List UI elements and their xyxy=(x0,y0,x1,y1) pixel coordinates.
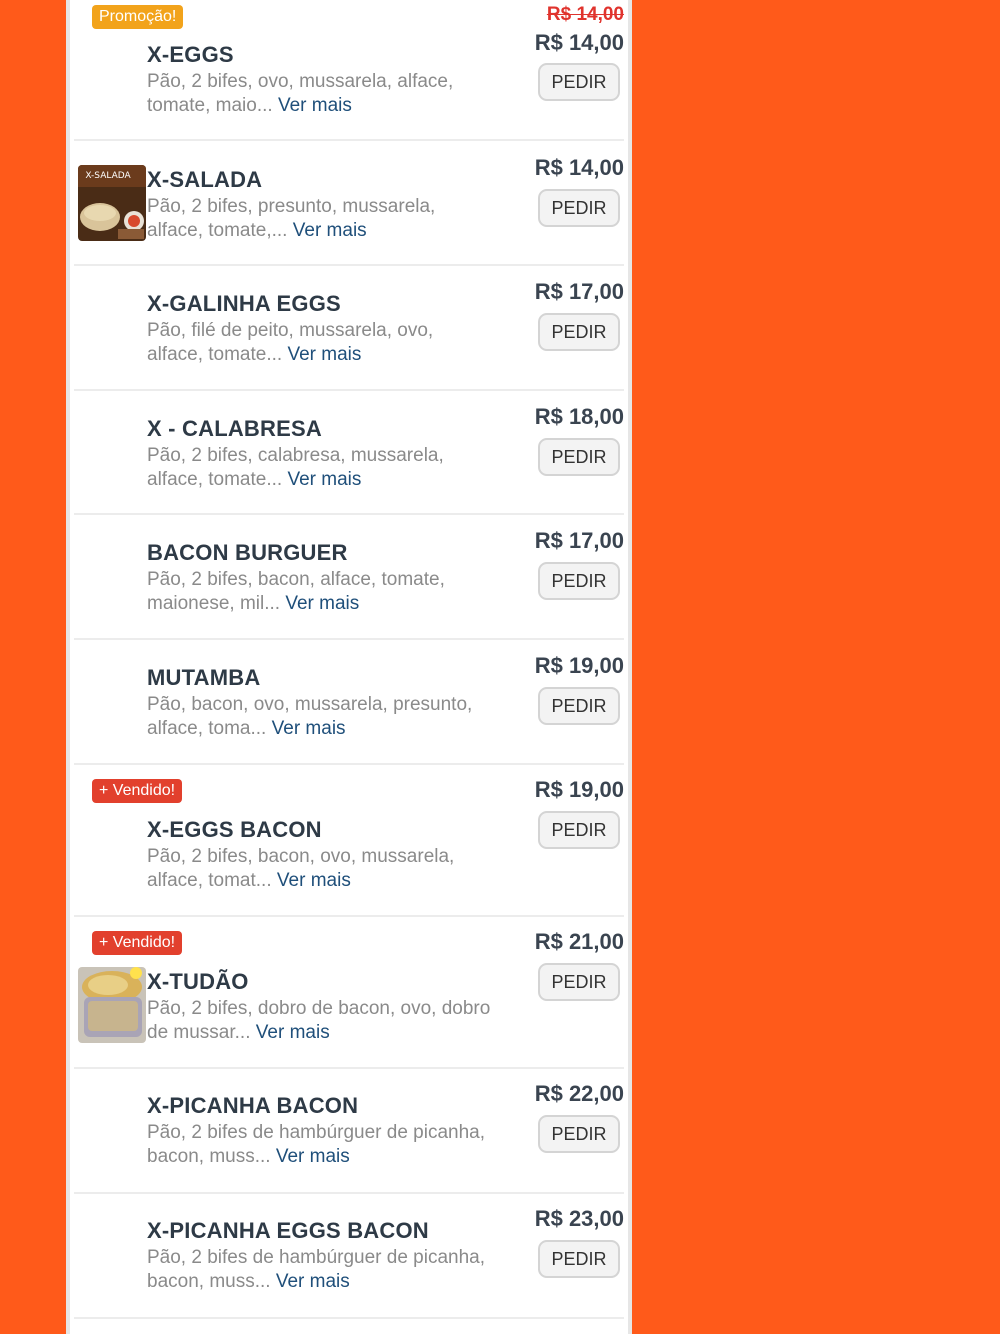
best-seller-badge: + Vendido! xyxy=(92,931,183,955)
item-description: Pão, 2 bifes, presunto, mussarela, alfac… xyxy=(147,196,436,241)
item-price: R$ 18,00 xyxy=(534,404,624,429)
menu-item[interactable]: X-PICANHA EGGS BACON Pão, 2 bifes de ham… xyxy=(74,1194,624,1319)
item-price: R$ 22,00 xyxy=(534,1081,624,1106)
item-description: Pão, 2 bifes, calabresa, mussarela, alfa… xyxy=(147,445,444,490)
item-name: X-SALADA xyxy=(147,167,263,192)
order-button[interactable]: PEDIR xyxy=(538,1240,620,1278)
see-more-link[interactable]: Ver mais xyxy=(285,593,359,614)
item-photo xyxy=(78,967,146,1043)
burger-photo-icon xyxy=(78,967,146,1043)
item-description: Pão, bacon, ovo, mussarela, presunto, al… xyxy=(147,694,473,739)
item-price: R$ 17,00 xyxy=(534,528,624,553)
see-more-link[interactable]: Ver mais xyxy=(272,718,346,739)
see-more-link[interactable]: Ver mais xyxy=(287,344,361,365)
order-button[interactable]: PEDIR xyxy=(538,1115,620,1153)
order-button[interactable]: PEDIR xyxy=(538,189,620,227)
item-name: X-TUDÃO xyxy=(147,969,249,994)
menu-item[interactable]: MUTAMBA Pão, bacon, ovo, mussarela, pres… xyxy=(74,640,624,765)
item-description: Pão, 2 bifes de hambúrguer de picanha, b… xyxy=(147,1247,486,1292)
item-name: BACON BURGUER xyxy=(147,540,348,565)
menu-item[interactable]: + Vendido! X-EGGS BACON Pão, 2 bifes, ba… xyxy=(74,765,624,917)
see-more-link[interactable]: Ver mais xyxy=(287,469,361,490)
item-description: Pão, 2 bifes, dobro de bacon, ovo, dobro… xyxy=(147,998,491,1043)
best-seller-badge: + Vendido! xyxy=(92,779,183,803)
item-name: X-EGGS xyxy=(147,42,234,67)
item-price: R$ 19,00 xyxy=(534,653,624,678)
order-button[interactable]: PEDIR xyxy=(538,687,620,725)
order-button[interactable]: PEDIR xyxy=(538,963,620,1001)
see-more-link[interactable]: Ver mais xyxy=(277,870,351,891)
item-price: R$ 14,00 xyxy=(534,30,624,55)
menu-item[interactable]: X - CALABRESA Pão, 2 bifes, calabresa, m… xyxy=(74,391,624,515)
menu-item[interactable]: X-SALADA X-SALADA Pão, 2 bifes, presunto… xyxy=(74,141,624,266)
promo-badge: Promoção! xyxy=(92,5,184,29)
menu-item[interactable]: X-PICANHA BACON Pão, 2 bifes de hambúrgu… xyxy=(74,1069,624,1194)
burger-photo-icon: X-SALADA xyxy=(78,165,146,241)
item-description: Pão, 2 bifes, bacon, alface, tomate, mai… xyxy=(147,569,445,614)
thumb-label: X-SALADA xyxy=(85,171,131,181)
see-more-link[interactable]: Ver mais xyxy=(278,95,352,116)
item-name: MUTAMBA xyxy=(147,665,261,690)
item-name: X-PICANHA BACON xyxy=(147,1093,359,1118)
item-description: Pão, 2 bifes, ovo, mussarela, alface, to… xyxy=(147,71,454,116)
menu-item[interactable]: X-GALINHA EGGS Pão, filé de peito, mussa… xyxy=(74,266,624,391)
item-description: Pão, filé de peito, mussarela, ovo, alfa… xyxy=(147,320,434,365)
item-price: R$ 21,00 xyxy=(534,929,624,954)
order-button[interactable]: PEDIR xyxy=(538,63,620,101)
item-name: X-EGGS BACON xyxy=(147,817,322,842)
menu-item[interactable]: Promoção! X-EGGS Pão, 2 bifes, ovo, muss… xyxy=(74,0,624,141)
item-description: Pão, 2 bifes, bacon, ovo, mussarela, alf… xyxy=(147,846,455,891)
see-more-link[interactable]: Ver mais xyxy=(276,1271,350,1292)
item-name: X-GALINHA EGGS xyxy=(147,291,341,316)
order-button[interactable]: PEDIR xyxy=(538,811,620,849)
item-description: Pão, 2 bifes de hambúrguer de picanha, b… xyxy=(147,1122,486,1167)
menu-item[interactable]: BACON BURGUER Pão, 2 bifes, bacon, alfac… xyxy=(74,515,624,640)
item-price: R$ 17,00 xyxy=(534,279,624,304)
order-button[interactable]: PEDIR xyxy=(538,562,620,600)
see-more-link[interactable]: Ver mais xyxy=(293,220,367,241)
item-price: R$ 23,00 xyxy=(534,1206,624,1231)
menu-list: Promoção! X-EGGS Pão, 2 bifes, ovo, muss… xyxy=(66,0,632,1334)
item-name: X - CALABRESA xyxy=(147,416,322,441)
item-name: X-PICANHA EGGS BACON xyxy=(147,1218,429,1243)
see-more-link[interactable]: Ver mais xyxy=(276,1146,350,1167)
menu-item[interactable]: + Vendido! X-TUDÃO Pão, 2 bifes, dobro d… xyxy=(74,917,624,1069)
old-price: R$ 14,00 xyxy=(546,4,624,25)
item-price: R$ 14,00 xyxy=(534,155,624,180)
item-price: R$ 19,00 xyxy=(534,777,624,802)
see-more-link[interactable]: Ver mais xyxy=(256,1022,330,1043)
item-photo: X-SALADA xyxy=(78,165,146,241)
order-button[interactable]: PEDIR xyxy=(538,313,620,351)
order-button[interactable]: PEDIR xyxy=(538,438,620,476)
